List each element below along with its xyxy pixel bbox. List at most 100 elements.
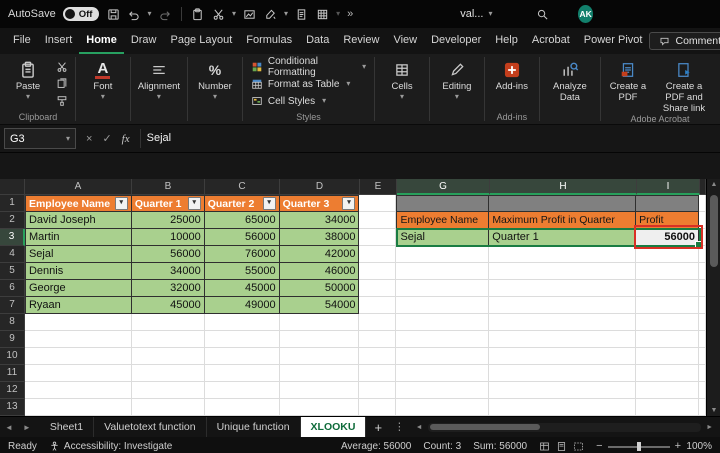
cell-B9[interactable] [132,331,205,348]
normal-view-icon[interactable] [539,441,550,452]
cell-E4[interactable] [359,246,396,263]
tab-file[interactable]: File [6,28,38,54]
cell-E5[interactable] [359,263,396,280]
cell-filler-5[interactable] [699,263,706,280]
avatar[interactable]: AK [578,5,593,23]
cell-A7[interactable]: Ryaan [25,297,132,314]
confirm-entry-icon[interactable]: ✓ [102,132,111,145]
row-header-4[interactable]: 4 [0,246,25,263]
cell-I6[interactable] [636,280,699,297]
styles-group-label[interactable]: Styles [296,112,321,122]
cell-H6[interactable] [489,280,636,297]
cell-H11[interactable] [489,365,636,382]
cell-A5[interactable]: Dennis [25,263,132,280]
status-average[interactable]: Average: 56000 [341,441,411,452]
cell-G5[interactable] [396,263,489,280]
sheet-nav-right-icon[interactable]: ► [18,423,36,432]
cut-icon[interactable] [211,5,225,23]
paste-button[interactable]: Paste ▾ [5,56,51,101]
cell-H7[interactable] [489,297,636,314]
chart-icon[interactable] [243,5,257,23]
cell-I13[interactable] [636,399,699,416]
cell-A2[interactable]: David Joseph [25,212,132,229]
cell-D7[interactable]: 54000 [280,297,360,314]
addins-group-label[interactable]: Add-ins [497,112,528,122]
cell-D5[interactable]: 46000 [280,263,360,280]
cell-C1[interactable]: Quarter 2▾ [205,195,280,212]
column-header-D[interactable]: D [280,179,360,195]
cell-G1[interactable] [396,195,489,212]
cell-H10[interactable] [489,348,636,365]
cell-C12[interactable] [205,382,280,399]
cell-B1[interactable]: Quarter 1▾ [132,195,205,212]
cell-D11[interactable] [280,365,360,382]
column-header-C[interactable]: C [205,179,280,195]
cell-A11[interactable] [25,365,132,382]
cell-C6[interactable]: 45000 [205,280,280,297]
cell-A10[interactable] [25,348,132,365]
cell-E11[interactable] [359,365,396,382]
table-dropdown-icon[interactable]: ▾ [336,10,340,18]
column-header-B[interactable]: B [132,179,205,195]
cell-H9[interactable] [489,331,636,348]
cell-filler-1[interactable] [699,195,706,212]
cell-filler-3[interactable] [699,229,706,246]
cell-I9[interactable] [636,331,699,348]
cell-B5[interactable]: 34000 [132,263,205,280]
cell-E3[interactable] [359,229,396,246]
cell-B13[interactable] [132,399,205,416]
autosave-toggle[interactable]: Off [63,7,100,21]
cell-G3[interactable]: Sejal [396,229,489,246]
cell-G13[interactable] [396,399,489,416]
cell-G9[interactable] [396,331,489,348]
cell-E10[interactable] [359,348,396,365]
cell-G12[interactable] [396,382,489,399]
sheet-nav-left-icon[interactable]: ◄ [0,423,18,432]
search-icon[interactable] [535,5,549,23]
cell-E7[interactable] [359,297,396,314]
row-header-13[interactable]: 13 [0,399,25,416]
cell-B3[interactable]: 10000 [132,229,205,246]
column-header-H[interactable]: H [490,179,637,195]
row-header-12[interactable]: 12 [0,382,25,399]
conditional-formatting-button[interactable]: Conditional Formatting ▾ [247,59,370,75]
cell-B6[interactable]: 32000 [132,280,205,297]
alignment-button[interactable]: Alignment ▾ [135,56,183,101]
cell-I2[interactable]: Profit [636,212,699,229]
cell-I5[interactable] [636,263,699,280]
create-pdf-button[interactable]: Create a PDF [605,56,651,103]
row-header-1[interactable]: 1 [0,195,25,212]
cell-B8[interactable] [132,314,205,331]
vertical-scroll-thumb[interactable] [710,195,718,267]
cell-I12[interactable] [636,382,699,399]
cell-filler-10[interactable] [699,348,706,365]
cell-D9[interactable] [280,331,360,348]
column-header-E[interactable]: E [360,179,397,195]
row-header-9[interactable]: 9 [0,331,25,348]
cell-D8[interactable] [280,314,360,331]
cell-filler-12[interactable] [699,382,706,399]
sheet-tab-valuetotext-function[interactable]: Valuetotext function [94,417,206,437]
tab-review[interactable]: Review [336,28,386,54]
cell-G4[interactable] [396,246,489,263]
scroll-left-icon[interactable]: ◄ [413,424,426,431]
row-header-6[interactable]: 6 [0,280,25,297]
cell-I3[interactable]: 56000 [636,229,699,246]
cell-D12[interactable] [280,382,360,399]
cells-button[interactable]: Cells ▾ [379,56,425,101]
cell-C7[interactable]: 49000 [205,297,280,314]
sheet-tab-unique-function[interactable]: Unique function [207,417,301,437]
cell-H4[interactable] [489,246,636,263]
filter-icon[interactable]: ▾ [263,197,276,210]
cell-D13[interactable] [280,399,360,416]
cell-E1[interactable] [359,195,396,212]
cell-A8[interactable] [25,314,132,331]
cell-B2[interactable]: 25000 [132,212,205,229]
format-as-table-button[interactable]: Format as Table ▾ [247,76,370,92]
cell-C8[interactable] [205,314,280,331]
sheet-tab-xlooku[interactable]: XLOOKU [301,417,367,437]
cell-A3[interactable]: Martin [25,229,132,246]
analyze-data-button[interactable]: Analyze Data [544,56,596,103]
horizontal-scroll-thumb[interactable] [430,424,540,430]
cut-button[interactable] [53,60,71,74]
